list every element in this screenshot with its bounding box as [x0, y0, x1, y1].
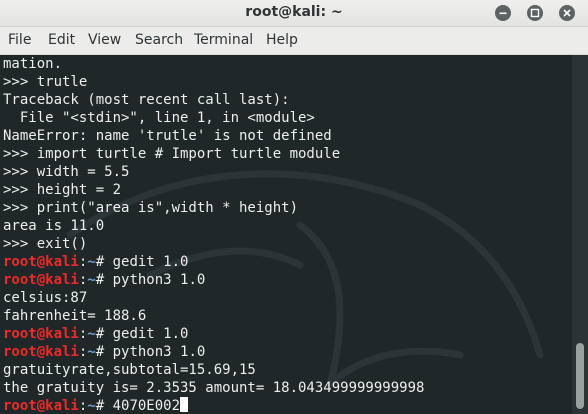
command-text: python3 1.0 [112, 272, 206, 288]
prompt-line: root@kali:~# python3 1.0 [3, 271, 205, 289]
prompt-path: ~ [87, 272, 96, 288]
prompt-symbol: # [95, 326, 113, 342]
terminal-line: >>> height = 2 [3, 182, 122, 198]
prompt-path: ~ [87, 398, 96, 414]
prompt-line: root@kali:~# gedit 1.0 [3, 253, 188, 271]
text-cursor [180, 397, 189, 412]
terminal-line: >>> exit() [3, 236, 88, 252]
menu-help[interactable]: Help [266, 32, 298, 48]
minimize-button[interactable] [495, 5, 511, 21]
prompt-user: root@kali [3, 326, 79, 342]
terminal-line: mation. [3, 56, 63, 72]
prompt-line: root@kali:~# gedit 1.0 [3, 325, 188, 343]
prompt-user: root@kali [3, 398, 79, 414]
command-text: python3 1.0 [112, 344, 206, 360]
minimize-icon [499, 12, 507, 15]
prompt-user: root@kali [3, 272, 79, 288]
title-bar[interactable]: root@kali: ~ [0, 0, 588, 27]
output-line: fahrenheit= 188.6 [3, 308, 147, 324]
prompt-line: root@kali:~# 4070E002 [3, 397, 189, 414]
prompt-path: ~ [87, 326, 96, 342]
menu-view[interactable]: View [88, 32, 121, 48]
maximize-icon [530, 8, 540, 18]
command-input[interactable]: 4070E002 [113, 398, 180, 414]
command-text: gedit 1.0 [112, 254, 189, 270]
prompt-user: root@kali [3, 344, 79, 360]
prompt-user: root@kali [3, 254, 79, 270]
terminal-line: Traceback (most recent call last): [3, 92, 290, 108]
menu-file[interactable]: File [8, 32, 31, 48]
prompt-symbol: # [95, 344, 113, 360]
output-line: gratuityrate,subtotal=15.69,15 [3, 362, 256, 378]
prompt-symbol: # [95, 254, 113, 270]
terminal-output[interactable]: mation. >>> trutle Traceback (most recen… [0, 55, 572, 414]
output-line: the gratuity is= 2.3535 amount= 18.04349… [3, 380, 425, 396]
menu-bar: File Edit View Search Terminal Help [0, 27, 588, 55]
maximize-button[interactable] [527, 5, 543, 21]
terminal-window: root@kali: ~ File Edit View Search Termi… [0, 0, 588, 414]
output-line: celsius:87 [3, 290, 88, 306]
menu-search[interactable]: Search [135, 32, 183, 48]
close-icon [563, 9, 571, 17]
terminal-line: NameError: name 'trutle' is not defined [3, 128, 332, 144]
vertical-scrollbar[interactable] [572, 55, 588, 414]
terminal-line: >>> import turtle # Import turtle module [3, 146, 341, 162]
prompt-symbol: # [95, 398, 113, 414]
prompt-symbol: # [95, 272, 113, 288]
prompt-path: ~ [87, 344, 96, 360]
terminal-line: >>> print("area is",width * height) [3, 200, 299, 216]
scrollbar-thumb[interactable] [576, 343, 584, 409]
menu-edit[interactable]: Edit [48, 32, 75, 48]
terminal-line: >>> trutle [3, 74, 88, 90]
prompt-path: ~ [87, 254, 96, 270]
terminal-line: File "<stdin>", line 1, in <module> [3, 110, 315, 126]
terminal-line: area is 11.0 [3, 218, 105, 234]
terminal-line: >>> width = 5.5 [3, 164, 130, 180]
prompt-line: root@kali:~# python3 1.0 [3, 343, 205, 361]
menu-terminal[interactable]: Terminal [194, 32, 253, 48]
close-button[interactable] [559, 5, 575, 21]
command-text: gedit 1.0 [112, 326, 189, 342]
